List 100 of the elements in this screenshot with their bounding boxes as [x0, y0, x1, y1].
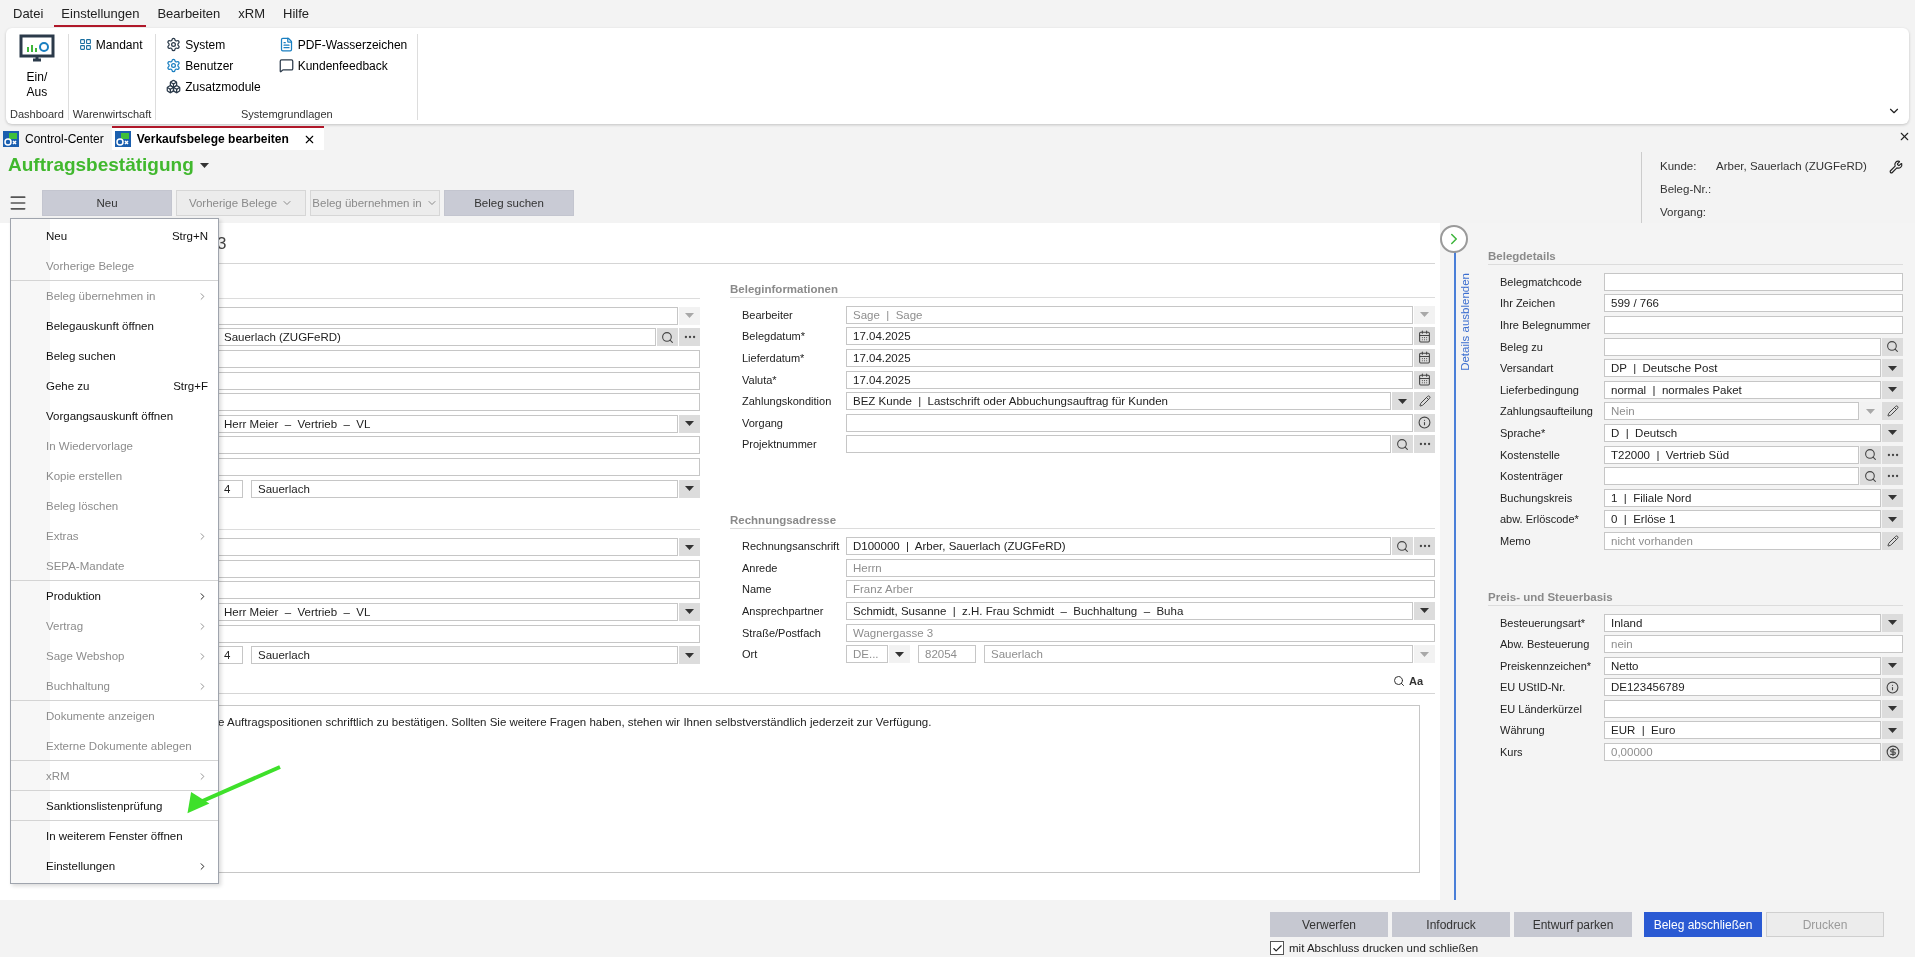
menu-bar-item[interactable]: Hilfe	[276, 1, 317, 27]
document-tab[interactable]: Verkaufsbelege bearbeiten	[111, 126, 324, 150]
more-button[interactable]	[1882, 445, 1903, 464]
note-text-area[interactable]: e Auftragspositionen schriftlich zu bestätigen. Sollten Sie weitere Fragen haben, stehen wir Ihnen selbstverständlich jederzeit zur Verfügung.	[217, 704, 1420, 873]
text-field[interactable]	[217, 393, 700, 412]
toolbar-button[interactable]: Beleg suchen	[444, 190, 574, 216]
search-button[interactable]	[1392, 537, 1413, 556]
collapse-details-button[interactable]	[1440, 225, 1468, 253]
dropdown-button[interactable]	[1882, 359, 1903, 378]
dropdown-button[interactable]	[1882, 488, 1903, 507]
text-field[interactable]	[217, 436, 700, 455]
more-button[interactable]	[1414, 537, 1435, 556]
select-field[interactable]	[217, 306, 678, 325]
ribbon-button[interactable]: Benutzer	[164, 55, 263, 76]
text-field[interactable]: 599 / 766	[1604, 294, 1903, 313]
dropdown-button[interactable]	[679, 538, 700, 557]
lookup-field[interactable]: Sauerlach (ZUGFeRD)	[217, 328, 656, 347]
text-field[interactable]	[846, 413, 1413, 432]
select-field[interactable]: Netto	[1604, 656, 1881, 675]
ribbon-button[interactable]: Zusatzmodule	[164, 76, 263, 97]
text-field[interactable]	[217, 624, 700, 643]
edit-button[interactable]	[1882, 402, 1903, 421]
dropdown-button[interactable]	[1392, 392, 1413, 411]
ribbon-button[interactable]: PDF-Wasserzeichen	[276, 34, 410, 55]
menu-bar-item[interactable]: xRM	[231, 1, 273, 27]
calendar-button[interactable]	[1414, 349, 1435, 367]
dropdown-button[interactable]	[889, 645, 910, 664]
more-button[interactable]	[1414, 435, 1435, 454]
ribbon-button[interactable]: Kundenfeedback	[276, 55, 410, 76]
search-button[interactable]	[1882, 337, 1903, 356]
city-field[interactable]: Sauerlach	[251, 646, 678, 665]
search-button[interactable]	[1860, 445, 1881, 464]
edit-button[interactable]	[1882, 531, 1903, 550]
dropdown-button[interactable]	[1414, 601, 1435, 620]
dropdown-button[interactable]	[1882, 721, 1903, 740]
select-field[interactable]: normal | normales Paket	[1604, 380, 1881, 399]
edit-button[interactable]	[1414, 392, 1435, 411]
dropdown-button[interactable]	[679, 646, 700, 665]
zip-field[interactable]: 4	[217, 479, 243, 498]
select-field[interactable]: Schmidt, Susanne | z.H. Frau Schmidt – Buchhaltung – Buha	[846, 601, 1413, 620]
dropdown-button[interactable]	[1882, 510, 1903, 529]
footer-button[interactable]: Beleg abschließen	[1644, 912, 1762, 937]
text-field[interactable]	[217, 350, 700, 368]
select-field[interactable]: Herr Meier – Vertrieb – VL	[217, 602, 678, 621]
calendar-button[interactable]	[1414, 327, 1435, 346]
select-field[interactable]: Herr Meier – Vertrieb – VL	[217, 414, 678, 433]
memo-field[interactable]: nicht vorhanden	[1604, 531, 1881, 550]
menu-item[interactable]: Neu Strg+N	[11, 221, 218, 251]
text-field[interactable]	[217, 371, 700, 390]
select-field[interactable]: DP | Deutsche Post	[1604, 359, 1881, 378]
info-button[interactable]	[1882, 678, 1903, 697]
dropdown-button[interactable]	[679, 414, 700, 433]
dropdown-button[interactable]	[1882, 656, 1903, 675]
more-button[interactable]	[1882, 467, 1903, 486]
toolbar-button[interactable]: Neu	[42, 190, 172, 216]
text-field[interactable]	[1604, 272, 1903, 291]
footer-button[interactable]: Entwurf parken	[1514, 912, 1632, 937]
ribbon-button[interactable]: Mandant	[76, 34, 148, 55]
text-field[interactable]	[1604, 316, 1903, 334]
select-field[interactable]	[217, 538, 678, 557]
footer-button[interactable]: Verwerfen	[1270, 912, 1388, 937]
date-field[interactable]: 17.04.2025	[846, 349, 1413, 367]
text-field[interactable]	[217, 581, 700, 600]
search-button[interactable]	[1860, 467, 1881, 486]
close-icon[interactable]	[1898, 130, 1911, 143]
select-field[interactable]: Inland	[1604, 613, 1881, 632]
info-button[interactable]	[1414, 413, 1435, 432]
menu-item[interactable]: Einstellungen	[11, 851, 218, 881]
dropdown-button[interactable]	[679, 479, 700, 498]
menu-item[interactable]: Gehe zu Strg+F	[11, 371, 218, 401]
date-field[interactable]: 17.04.2025	[846, 327, 1413, 346]
select-field[interactable]	[1604, 699, 1881, 718]
menu-bar-item[interactable]: Datei	[6, 1, 51, 27]
footer-button[interactable]: Infodruck	[1392, 912, 1510, 937]
search-button[interactable]	[1392, 435, 1413, 454]
checkbox[interactable]	[1270, 941, 1284, 955]
search-button[interactable]	[657, 328, 678, 347]
menu-bar-item[interactable]: Bearbeiten	[150, 1, 228, 27]
ribbon-button[interactable]: System	[164, 34, 263, 55]
menu-item[interactable]: Sanktionslistenprüfung	[11, 791, 218, 821]
menu-item[interactable]: Beleg suchen	[11, 341, 218, 371]
lookup-field[interactable]	[1604, 467, 1859, 486]
dropdown-button[interactable]	[1882, 423, 1903, 442]
more-button[interactable]	[679, 328, 700, 347]
lookup-field[interactable]	[846, 435, 1391, 454]
menu-bar-item[interactable]: Einstellungen	[54, 1, 147, 27]
select-field[interactable]: 1 | Filiale Nord	[1604, 488, 1881, 507]
menu-item[interactable]: Belegauskunft öffnen	[11, 311, 218, 341]
currency-button[interactable]	[1882, 743, 1903, 762]
menu-item[interactable]: In weiterem Fenster öffnen	[11, 821, 218, 851]
font-button[interactable]: Aa	[1408, 674, 1423, 687]
menu-item[interactable]: Produktion	[11, 581, 218, 611]
wrench-icon[interactable]	[1889, 160, 1903, 174]
text-field[interactable]	[217, 457, 700, 476]
dropdown-button[interactable]	[1882, 613, 1903, 632]
text-field[interactable]	[217, 559, 700, 578]
select-field[interactable]: D | Deutsch	[1604, 423, 1881, 442]
hide-details-link[interactable]: Details ausblenden	[1459, 273, 1471, 371]
lookup-field[interactable]: D100000 | Arber, Sauerlach (ZUGFeRD)	[846, 537, 1391, 556]
zip-field[interactable]: 4	[217, 646, 243, 665]
